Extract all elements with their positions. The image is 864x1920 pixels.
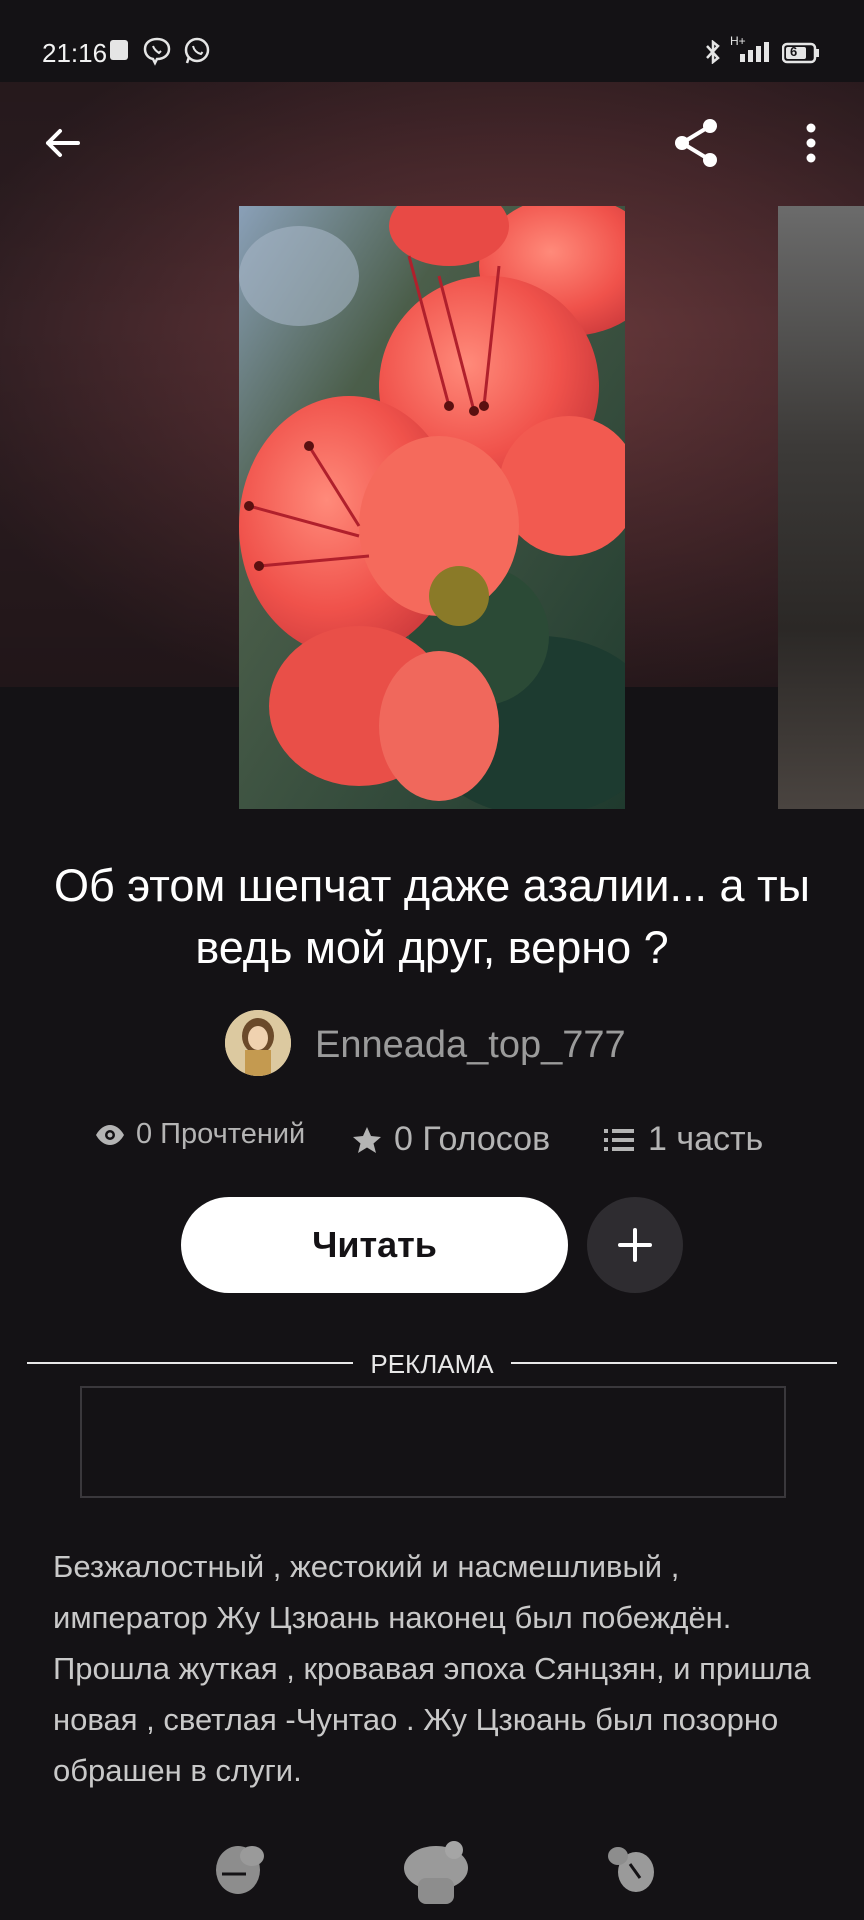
author-name[interactable]: Enneada_top_777 (315, 1024, 626, 1067)
library-icon (600, 1847, 664, 1902)
bluetooth-icon (703, 39, 723, 69)
nav-discover-button[interactable] (396, 1838, 476, 1904)
author-row[interactable]: Enneada_top_777 (0, 1010, 864, 1076)
ad-label: РЕКЛАМА (370, 1349, 494, 1379)
notification-icon (110, 38, 130, 67)
discover-icon (396, 1841, 476, 1912)
back-button[interactable] (27, 110, 97, 180)
nav-home-button[interactable] (208, 1838, 280, 1900)
home-icon (208, 1846, 272, 1902)
arrow-left-icon (42, 123, 82, 168)
nav-library-button[interactable] (600, 1838, 672, 1900)
signal-icon (738, 40, 772, 69)
story-cover[interactable] (239, 206, 625, 809)
votes-stat: 0 Голосов (352, 1120, 550, 1159)
share-icon (670, 116, 724, 175)
reads-count: 0 Прочтений (136, 1118, 306, 1150)
story-stats: 0 Прочтений 0 Голосов 1 часть (0, 1118, 864, 1168)
parts-stat: 1 часть (604, 1120, 763, 1159)
votes-count: 0 Голосов (394, 1120, 551, 1158)
read-button[interactable]: Читать (181, 1197, 568, 1293)
status-bar: 21:16 H+ 6 (0, 0, 864, 82)
story-title: Об этом шепчат даже азалии... а ты ведь … (53, 860, 811, 973)
add-to-library-button[interactable] (587, 1197, 683, 1293)
whatsapp-icon (182, 36, 212, 71)
list-icon (604, 1127, 634, 1153)
battery-level: 6 (790, 44, 798, 59)
share-button[interactable] (662, 110, 732, 180)
next-story-cover[interactable] (778, 206, 864, 809)
plus-icon (617, 1227, 653, 1263)
battery-icon (781, 42, 820, 69)
ad-divider-right (511, 1362, 837, 1364)
reads-stat: 0 Прочтений (94, 1118, 305, 1151)
viber-icon (142, 36, 172, 71)
story-description: Безжалостный , жестокий и насмешливый , … (53, 1549, 811, 1788)
parts-count: 1 часть (648, 1120, 764, 1158)
star-icon (352, 1125, 382, 1155)
more-vert-icon (804, 123, 818, 168)
ad-slot[interactable] (80, 1386, 786, 1498)
avatar[interactable] (225, 1010, 291, 1076)
status-time: 21:16 (42, 38, 108, 68)
eye-icon (94, 1124, 126, 1146)
more-options-button[interactable] (776, 110, 846, 180)
